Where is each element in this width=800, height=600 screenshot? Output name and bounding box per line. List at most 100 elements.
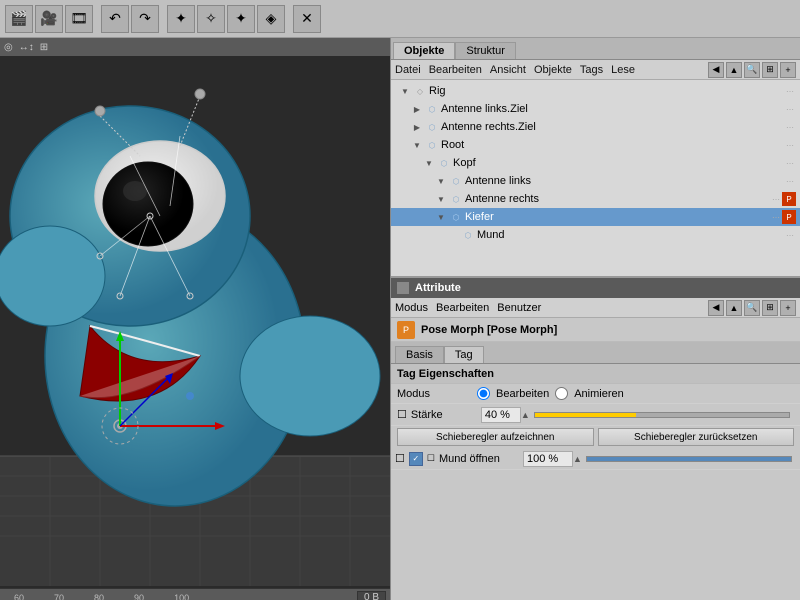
tab-tag[interactable]: Tag — [444, 346, 484, 363]
morph-slider[interactable] — [586, 456, 792, 462]
radio-bearbeiten[interactable] — [477, 387, 490, 400]
attr-menubar-icons: ◀ ▲ 🔍 ⊞ + — [708, 300, 796, 316]
nav-up-icon[interactable]: ▲ — [726, 62, 742, 78]
toolbar-icon-8[interactable]: ✦ — [227, 5, 255, 33]
menu-tags[interactable]: Tags — [580, 64, 603, 76]
staerke-up-arrow[interactable]: ▲ — [521, 410, 530, 420]
visibility-dots: ⋯ — [786, 231, 794, 240]
tree-arrow: ▶ — [411, 105, 423, 114]
tree-arrow: ▼ — [435, 213, 447, 222]
menu-lese[interactable]: Lese — [611, 64, 635, 76]
bone-icon: ⬡ — [461, 228, 475, 242]
attr-nav-prev[interactable]: ◀ — [708, 300, 724, 316]
tab-objekte[interactable]: Objekte — [393, 42, 455, 59]
tree-item-antenne-rechts-ziel[interactable]: ▶ ⬡ Antenne rechts.Ziel ⋯ — [391, 118, 800, 136]
tree-item-kiefer[interactable]: ▼ ⬡ Kiefer ⋯ P — [391, 208, 800, 226]
attribute-panel: Attribute Modus Bearbeiten Benutzer ◀ ▲ … — [391, 278, 800, 600]
main-area: ◎ ↔↕ ⊞ — [0, 38, 800, 600]
bone-icon: ⬡ — [425, 102, 439, 116]
ruler-mark-70: 70 — [54, 593, 64, 600]
tag-icon-kiefer: P — [782, 210, 796, 224]
tree-item-antenne-links[interactable]: ▼ ⬡ Antenne links ⋯ — [391, 172, 800, 190]
tree-arrow: ▼ — [435, 177, 447, 186]
visibility-dots: ⋯ — [786, 177, 794, 186]
btn-aufzeichnen[interactable]: Schieberegler aufzeichnen — [397, 428, 594, 446]
attr-search-icon[interactable]: 🔍 — [744, 300, 760, 316]
tree-arrow: ▼ — [411, 141, 423, 150]
tree-arrow: ▶ — [411, 123, 423, 132]
tag-icon: P — [782, 192, 796, 206]
menu-objekte[interactable]: Objekte — [534, 64, 572, 76]
3d-viewport[interactable]: ◎ ↔↕ ⊞ — [0, 38, 390, 600]
radio-animieren[interactable] — [555, 387, 568, 400]
toolbar-icon-7[interactable]: ✧ — [197, 5, 225, 33]
attr-menu-modus[interactable]: Modus — [395, 302, 428, 314]
toolbar-icon-5[interactable]: ↷ — [131, 5, 159, 33]
object-tree[interactable]: ▼ ◇ Rig ⋯ ▶ ⬡ Antenne links.Ziel ⋯ ▶ — [391, 80, 800, 276]
section-header-label: Tag Eigenschaften — [397, 368, 494, 380]
menu-datei[interactable]: Datei — [395, 64, 421, 76]
radio-bearbeiten-label: Bearbeiten — [496, 388, 549, 400]
menu-ansicht[interactable]: Ansicht — [490, 64, 526, 76]
toolbar-icon-3[interactable]: 🎞 — [65, 5, 93, 33]
object-panel-tabs: Objekte Struktur — [391, 38, 800, 60]
modus-radio-group: Bearbeiten Animieren — [477, 387, 624, 400]
attr-menu-bearbeiten[interactable]: Bearbeiten — [436, 302, 489, 314]
bone-icon: ⬡ — [425, 138, 439, 152]
attribute-header: Attribute — [391, 278, 800, 298]
toolbar-icon-1[interactable]: 🎬 — [5, 5, 33, 33]
tree-label-antenne-links-ziel: Antenne links.Ziel — [441, 103, 786, 115]
timeline-ruler: 60 70 80 90 100 0 B — [0, 588, 390, 600]
staerke-checkbox[interactable]: ☐ — [397, 408, 407, 421]
toolbar-icon-10[interactable]: ✕ — [293, 5, 321, 33]
tree-item-antenne-rechts[interactable]: ▼ ⬡ Antenne rechts ⋯ P — [391, 190, 800, 208]
object-panel: Objekte Struktur Datei Bearbeiten Ansich… — [391, 38, 800, 278]
more-icon[interactable]: ⊞ — [762, 62, 778, 78]
attr-staerke-row: ☐ Stärke 40 % ▲ — [391, 404, 800, 426]
btn-zuruecksetzen[interactable]: Schieberegler zurücksetzen — [598, 428, 795, 446]
tree-item-kopf[interactable]: ▼ ⬡ Kopf ⋯ — [391, 154, 800, 172]
bone-icon: ⬡ — [449, 210, 463, 224]
attr-menubar: Modus Bearbeiten Benutzer ◀ ▲ 🔍 ⊞ + — [391, 298, 800, 318]
morph-outer-check[interactable]: ☐ — [395, 452, 405, 465]
ruler-mark-60: 60 — [14, 593, 24, 600]
tab-struktur[interactable]: Struktur — [455, 42, 516, 59]
attr-add-icon[interactable]: + — [780, 300, 796, 316]
viewport-canvas[interactable] — [0, 56, 390, 588]
staerke-value[interactable]: 40 % — [481, 407, 521, 423]
toolbar-icon-9[interactable]: ◈ — [257, 5, 285, 33]
attr-more-icon[interactable]: ⊞ — [762, 300, 778, 316]
morph-row: ☐ ✓ ☐ Mund öffnen 100 % ▲ — [391, 448, 800, 470]
staerke-slider[interactable] — [534, 412, 790, 418]
viewport-camera-icon: ◎ — [4, 42, 13, 53]
ruler-mark-80: 80 — [94, 593, 104, 600]
bone-icon: ⬡ — [449, 174, 463, 188]
modus-label: Modus — [397, 388, 477, 400]
tree-label-antenne-rechts: Antenne rechts — [465, 193, 772, 205]
attr-nav-up[interactable]: ▲ — [726, 300, 742, 316]
tree-item-rig[interactable]: ▼ ◇ Rig ⋯ — [391, 82, 800, 100]
add-icon[interactable]: + — [780, 62, 796, 78]
toolbar-icon-6[interactable]: ✦ — [167, 5, 195, 33]
search-icon[interactable]: 🔍 — [744, 62, 760, 78]
morph-up-arrow[interactable]: ▲ — [573, 454, 582, 464]
attr-header-icon — [397, 282, 409, 294]
main-toolbar: 🎬 🎥 🎞 ↶ ↷ ✦ ✧ ✦ ◈ ✕ — [0, 0, 800, 38]
tree-item-antenne-links-ziel[interactable]: ▶ ⬡ Antenne links.Ziel ⋯ — [391, 100, 800, 118]
toolbar-icon-2[interactable]: 🎥 — [35, 5, 63, 33]
menu-bearbeiten[interactable]: Bearbeiten — [429, 64, 482, 76]
pose-morph-title: Pose Morph [Pose Morph] — [421, 324, 557, 336]
tab-basis[interactable]: Basis — [395, 346, 444, 363]
object-menubar-icons: ◀ ▲ 🔍 ⊞ + — [708, 62, 796, 78]
attr-menu-benutzer[interactable]: Benutzer — [497, 302, 541, 314]
morph-checkbox-label: ☐ — [427, 453, 435, 464]
morph-value[interactable]: 100 % — [523, 451, 573, 467]
visibility-dots: ⋯ — [786, 123, 794, 132]
toolbar-icon-4[interactable]: ↶ — [101, 5, 129, 33]
tree-label-antenne-rechts-ziel: Antenne rechts.Ziel — [441, 121, 786, 133]
tree-item-mund[interactable]: ⬡ Mund ⋯ — [391, 226, 800, 244]
tree-item-root[interactable]: ▼ ⬡ Root ⋯ — [391, 136, 800, 154]
morph-inner-check[interactable]: ✓ — [409, 452, 423, 466]
attr-section-header: Tag Eigenschaften — [391, 364, 800, 384]
nav-prev-icon[interactable]: ◀ — [708, 62, 724, 78]
